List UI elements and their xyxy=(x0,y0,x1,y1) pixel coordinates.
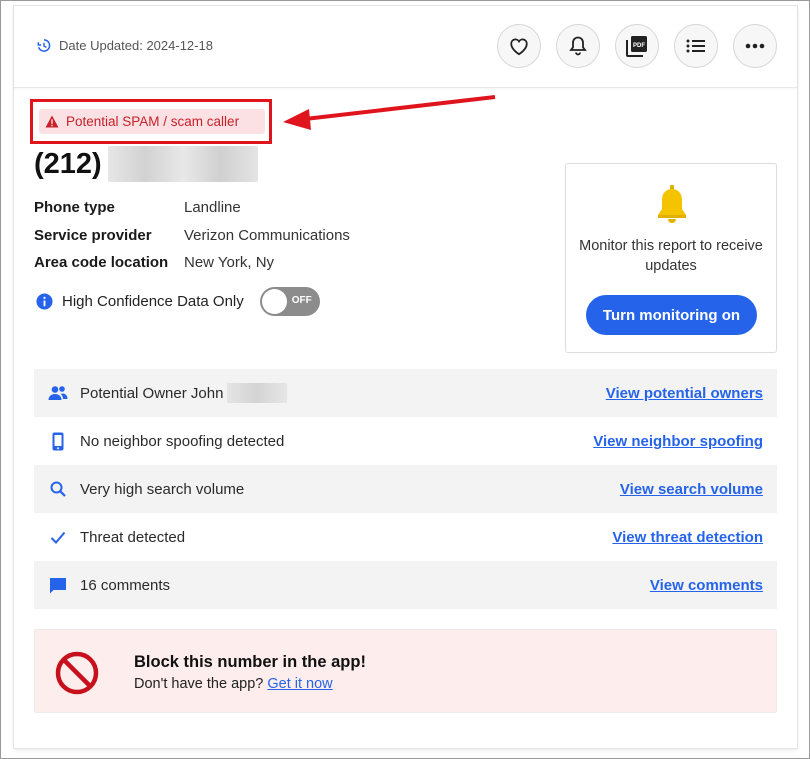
view-comments-link[interactable]: View comments xyxy=(650,577,763,594)
block-title: Block this number in the app! xyxy=(134,653,366,671)
feature-info: Threat detected xyxy=(48,529,185,546)
detail-label: Area code location xyxy=(34,254,169,272)
feature-text: Potential Owner John xyxy=(80,384,224,402)
more-icon xyxy=(745,43,765,49)
header-actions: PDF xyxy=(482,24,777,68)
detail-row: Area code location New York, Ny xyxy=(34,249,350,277)
feature-row-threat: Threat detected View threat detection xyxy=(34,513,777,561)
info-icon xyxy=(36,293,53,310)
view-potential-owners-link[interactable]: View potential owners xyxy=(606,385,763,402)
list-icon xyxy=(686,39,705,53)
date-updated-text: Date Updated: 2024-12-18 xyxy=(59,38,213,53)
feature-info: Very high search volume xyxy=(48,481,244,498)
svg-text:PDF: PDF xyxy=(633,43,645,49)
view-neighbor-spoofing-link[interactable]: View neighbor spoofing xyxy=(593,433,763,450)
feature-info: Potential Owner John xyxy=(48,383,288,403)
phone-redacted xyxy=(107,146,258,182)
detail-value: Landline xyxy=(184,199,241,217)
feature-info: No neighbor spoofing detected xyxy=(48,432,284,451)
spam-highlight-box: Potential SPAM / scam caller xyxy=(30,99,272,144)
block-number-banner: Block this number in the app! Don't have… xyxy=(34,629,777,713)
detail-value: New York, Ny xyxy=(184,254,275,272)
search-icon xyxy=(48,481,68,497)
detail-row: Service provider Verizon Communications xyxy=(34,222,350,250)
comment-icon xyxy=(48,577,68,594)
monitor-card: Monitor this report to receive updates T… xyxy=(565,163,777,353)
phone-icon xyxy=(48,432,68,451)
annotation-arrow-icon xyxy=(283,95,496,130)
confidence-label: High Confidence Data Only xyxy=(62,293,244,310)
phone-details: Phone type Landline Service provider Ver… xyxy=(34,194,350,277)
more-button[interactable] xyxy=(733,24,777,68)
toggle-knob xyxy=(261,289,287,314)
view-threat-detection-link[interactable]: View threat detection xyxy=(612,529,763,546)
warning-icon xyxy=(45,115,59,128)
detail-value: Verizon Communications xyxy=(184,226,350,244)
people-icon xyxy=(48,385,68,401)
confidence-toggle[interactable]: OFF xyxy=(259,287,320,316)
date-updated: Date Updated: 2024-12-18 xyxy=(36,38,213,53)
feature-info: 16 comments xyxy=(48,577,170,594)
feature-row-spoofing: No neighbor spoofing detected View neigh… xyxy=(34,417,777,465)
feature-text: 16 comments xyxy=(80,576,171,594)
pdf-button[interactable]: PDF xyxy=(615,24,659,68)
list-button[interactable] xyxy=(674,24,718,68)
turn-monitoring-on-button[interactable]: Turn monitoring on xyxy=(586,295,757,335)
feature-row-search: Very high search volume View search volu… xyxy=(34,465,777,513)
phone-number: (212) xyxy=(34,146,258,182)
favorite-button[interactable] xyxy=(497,24,541,68)
spam-badge: Potential SPAM / scam caller xyxy=(39,109,265,134)
block-icon xyxy=(55,651,99,695)
detail-label: Phone type xyxy=(34,199,115,217)
feature-row-owners: Potential Owner John View potential owne… xyxy=(34,369,777,417)
block-subtitle: Don't have the app? Get it now xyxy=(134,676,333,692)
get-it-now-link[interactable]: Get it now xyxy=(267,676,332,692)
view-search-volume-link[interactable]: View search volume xyxy=(620,481,763,498)
notifications-button[interactable] xyxy=(556,24,600,68)
features-list: Potential Owner John View potential owne… xyxy=(34,369,777,609)
detail-label: Service provider xyxy=(34,226,152,244)
detail-row: Phone type Landline xyxy=(34,194,350,222)
spam-label: Potential SPAM / scam caller xyxy=(66,114,240,129)
phone-area-code: (212) xyxy=(34,147,102,180)
report-card: Date Updated: 2024-12-18 PDF Potential S… xyxy=(14,6,797,748)
bell-icon xyxy=(658,185,686,223)
pdf-icon: PDF xyxy=(626,36,647,57)
confidence-filter: High Confidence Data Only OFF xyxy=(36,287,320,316)
toggle-state: OFF xyxy=(291,295,312,306)
check-icon xyxy=(48,531,68,544)
feature-text: Very high search volume xyxy=(80,480,245,498)
owner-name-redacted xyxy=(227,383,288,403)
heart-icon xyxy=(510,38,528,56)
report-header: Date Updated: 2024-12-18 PDF xyxy=(14,6,797,88)
history-icon xyxy=(37,39,51,52)
feature-text: No neighbor spoofing detected xyxy=(80,432,285,450)
bell-icon xyxy=(569,36,587,56)
block-subtitle-text: Don't have the app? xyxy=(134,676,268,692)
feature-row-comments: 16 comments View comments xyxy=(34,561,777,609)
monitor-text: Monitor this report to receive updates xyxy=(579,238,763,274)
feature-text: Threat detected xyxy=(80,528,186,546)
